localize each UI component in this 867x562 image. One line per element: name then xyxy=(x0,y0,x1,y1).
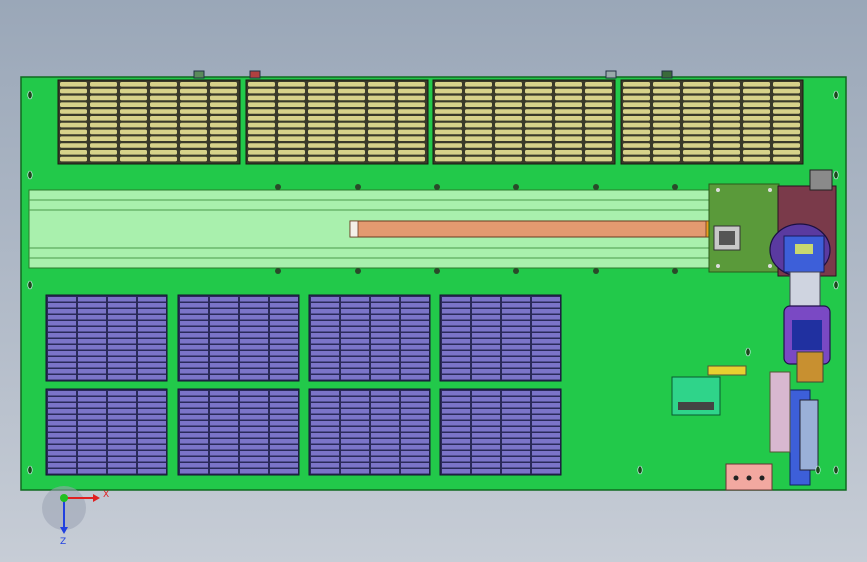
upper-tray xyxy=(245,79,429,165)
upper-tray xyxy=(57,79,241,165)
upper-tray xyxy=(620,79,804,165)
mounting-hole-icon xyxy=(815,465,821,475)
cell-module xyxy=(308,388,431,476)
cell-module xyxy=(45,294,168,382)
controller-board xyxy=(708,183,780,273)
mounting-hole-icon xyxy=(27,170,33,180)
mounting-hole-icon xyxy=(833,280,839,290)
mounting-hole-icon xyxy=(637,465,643,475)
bolt-icon xyxy=(275,184,281,190)
linear-slider xyxy=(349,220,715,238)
mounting-hole-icon xyxy=(833,90,839,100)
upper-tray xyxy=(432,79,616,165)
cell-module xyxy=(45,388,168,476)
cell-module xyxy=(177,388,300,476)
cad-scene: X Z xyxy=(20,70,847,547)
axis-x-label: X xyxy=(103,490,109,500)
axis-y-label: Z xyxy=(60,537,66,547)
cell-module xyxy=(439,388,562,476)
terminal-block xyxy=(725,463,773,491)
cell-module xyxy=(308,294,431,382)
bolt-icon xyxy=(672,268,678,274)
bolt-icon xyxy=(434,268,440,274)
bolt-icon xyxy=(672,184,678,190)
mounting-hole-icon xyxy=(27,280,33,290)
bolt-icon xyxy=(513,184,519,190)
bolt-icon xyxy=(434,184,440,190)
mounting-hole-icon xyxy=(833,465,839,475)
bolt-icon xyxy=(593,184,599,190)
mounting-hole-icon xyxy=(27,90,33,100)
mounting-hole-icon xyxy=(27,465,33,475)
bolt-icon xyxy=(513,268,519,274)
cell-module xyxy=(177,294,300,382)
bolt-icon xyxy=(593,268,599,274)
mounting-hole-icon xyxy=(745,347,751,357)
cell-module xyxy=(439,294,562,382)
bolt-icon xyxy=(355,268,361,274)
mounting-hole-icon xyxy=(833,170,839,180)
bolt-icon xyxy=(275,268,281,274)
coordinate-axis-icon: X Z xyxy=(42,486,109,547)
bolt-icon xyxy=(355,184,361,190)
